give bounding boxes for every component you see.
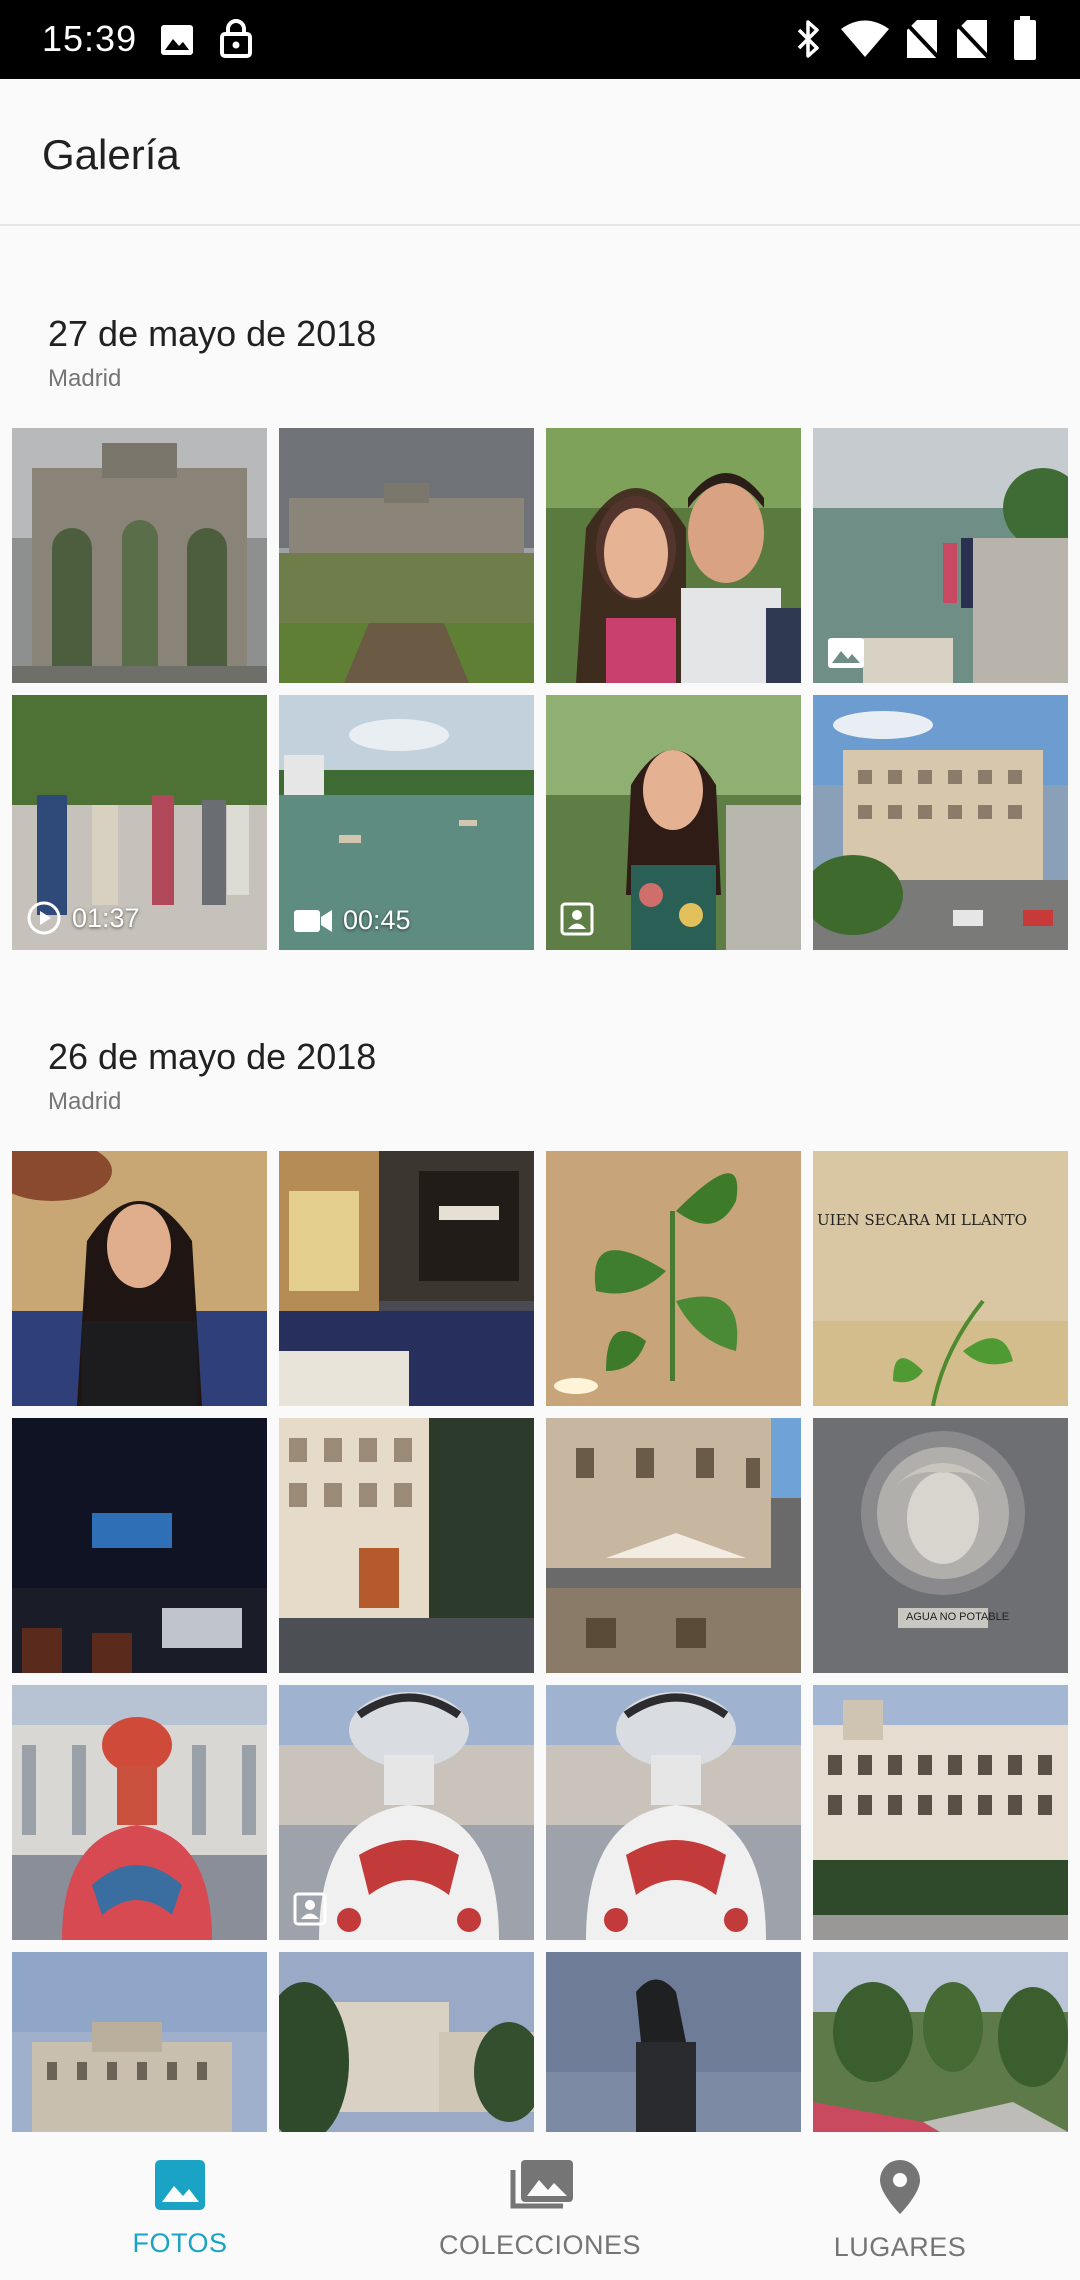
wifi-icon (841, 20, 889, 57)
collections-icon (510, 2160, 573, 2209)
image-icon (828, 638, 864, 668)
video-badge: 01:37 (26, 900, 140, 936)
portrait-badge (293, 1892, 327, 1926)
video-duration: 00:45 (343, 905, 411, 935)
status-time: 15:39 (42, 18, 138, 59)
section-place: Madrid (48, 1088, 122, 1115)
play-circle-icon (27, 901, 61, 935)
video-thumbnail[interactable]: 00:45 (279, 695, 534, 950)
nav-label: FOTOS (132, 2228, 228, 2258)
app-bar: Galería (0, 79, 1080, 226)
nav-item-lugares[interactable]: LUGARES (720, 2132, 1080, 2280)
video-thumbnail[interactable]: 01:37 (12, 695, 267, 950)
photo-grid: UIEN SECARA MI LLANTO AGUA NO POTABLE (12, 1151, 1068, 2207)
photo-thumbnail[interactable] (813, 695, 1068, 950)
no-sim-icon (905, 20, 939, 60)
section-place: Madrid (48, 365, 122, 392)
bottom-navigation: FOTOS COLECCIONES LUGARES (0, 2132, 1080, 2280)
videocam-icon (294, 909, 332, 932)
nav-item-fotos[interactable]: FOTOS (0, 2132, 360, 2280)
lock-icon (220, 19, 252, 58)
photo-thumbnail[interactable]: AGUA NO POTABLE (813, 1418, 1068, 1673)
section-date: 26 de mayo de 2018 (48, 1036, 377, 1077)
no-sim-icon-2 (955, 20, 989, 60)
photo-thumbnail[interactable] (279, 428, 534, 683)
photo-thumbnail[interactable] (279, 1151, 534, 1406)
section-header: 26 de mayo de 2018 Madrid (48, 1036, 376, 1116)
photo-thumbnail[interactable] (546, 1151, 801, 1406)
image-badge (827, 637, 865, 669)
bluetooth-icon (797, 20, 819, 58)
portrait-icon (293, 1892, 327, 1926)
photo-thumbnail[interactable] (279, 1685, 534, 1940)
page-title: Galería (42, 131, 180, 178)
photo-thumbnail[interactable] (12, 1685, 267, 1940)
plaque-text: AGUA NO POTABLE (906, 1611, 1010, 1623)
nav-item-colecciones[interactable]: COLECCIONES (360, 2132, 720, 2280)
wall-text: UIEN SECARA MI LLANTO (817, 1211, 1028, 1229)
section-header: 27 de mayo de 2018 Madrid (48, 313, 376, 393)
section-date: 27 de mayo de 2018 (48, 313, 377, 354)
video-duration: 01:37 (72, 902, 140, 933)
gallery-notification-icon (161, 25, 193, 55)
photo-thumbnail[interactable] (12, 1418, 267, 1673)
photo-grid: 01:37 00:45 (12, 428, 1068, 950)
photo-thumbnail[interactable] (546, 428, 801, 683)
photo-icon (155, 2160, 205, 2210)
portrait-badge (560, 902, 594, 936)
video-badge: 00:45 (293, 905, 411, 936)
photo-thumbnail[interactable] (279, 1418, 534, 1673)
photo-thumbnail[interactable] (546, 1685, 801, 1940)
status-bar: 15:39 (0, 0, 1080, 79)
nav-label: LUGARES (833, 2232, 967, 2262)
battery-icon (1014, 16, 1036, 60)
photo-thumbnail[interactable] (546, 695, 801, 950)
portrait-icon (560, 902, 594, 936)
photo-thumbnail[interactable] (813, 1685, 1068, 1940)
photo-thumbnail[interactable] (12, 1151, 267, 1406)
photo-thumbnail[interactable]: UIEN SECARA MI LLANTO (813, 1151, 1068, 1406)
location-pin-icon (880, 2160, 920, 2214)
photo-thumbnail[interactable] (813, 428, 1068, 683)
nav-label: COLECCIONES (438, 2230, 642, 2260)
photo-thumbnail[interactable] (546, 1418, 801, 1673)
photo-thumbnail[interactable] (12, 428, 267, 683)
